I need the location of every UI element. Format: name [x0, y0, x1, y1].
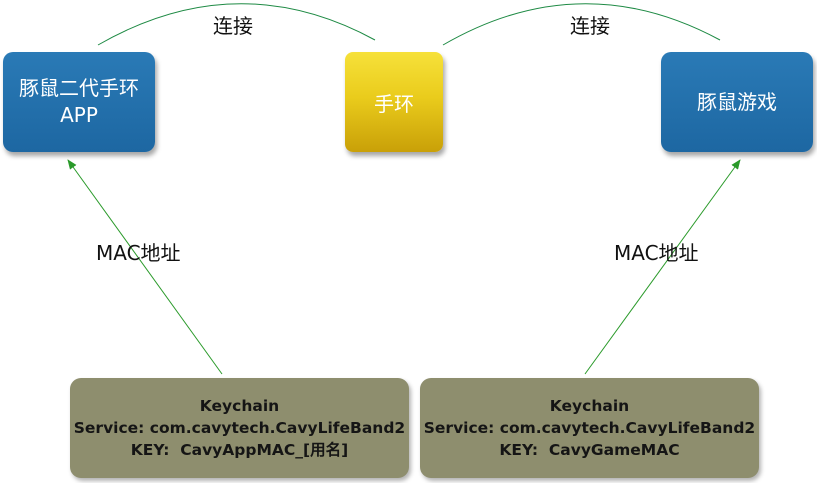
- node-band: 手环: [345, 52, 443, 152]
- node-band-app-line1: 豚鼠二代手环: [19, 76, 139, 100]
- keychain-left: Keychain Service: com.cavytech.CavyLifeB…: [70, 378, 409, 478]
- keychain-right-service: Service: com.cavytech.CavyLifeBand2: [423, 419, 756, 437]
- connect-label-right: 连接: [570, 14, 610, 38]
- keychain-left-service: Service: com.cavytech.CavyLifeBand2: [73, 419, 406, 437]
- mac-label-left: MAC地址: [96, 241, 181, 265]
- node-band-app-line2: APP: [60, 103, 98, 127]
- mac-arrow-right: [584, 159, 741, 375]
- node-band-app: 豚鼠二代手环 APP: [3, 52, 155, 152]
- keychain-left-title: Keychain: [199, 397, 280, 415]
- connect-label-left: 连接: [213, 14, 253, 38]
- keychain-right-key: KEY: CavyGameMAC: [499, 441, 680, 459]
- keychain-left-key: KEY: CavyAppMAC_[用名]: [130, 441, 349, 459]
- mac-arrow-left: [67, 159, 223, 375]
- node-band-label: 手环: [374, 91, 414, 116]
- node-game-label: 豚鼠游戏: [697, 89, 777, 114]
- keychain-right: Keychain Service: com.cavytech.CavyLifeB…: [420, 378, 759, 478]
- keychain-right-title: Keychain: [549, 397, 630, 415]
- node-game: 豚鼠游戏: [661, 52, 813, 152]
- mac-label-right: MAC地址: [614, 241, 699, 265]
